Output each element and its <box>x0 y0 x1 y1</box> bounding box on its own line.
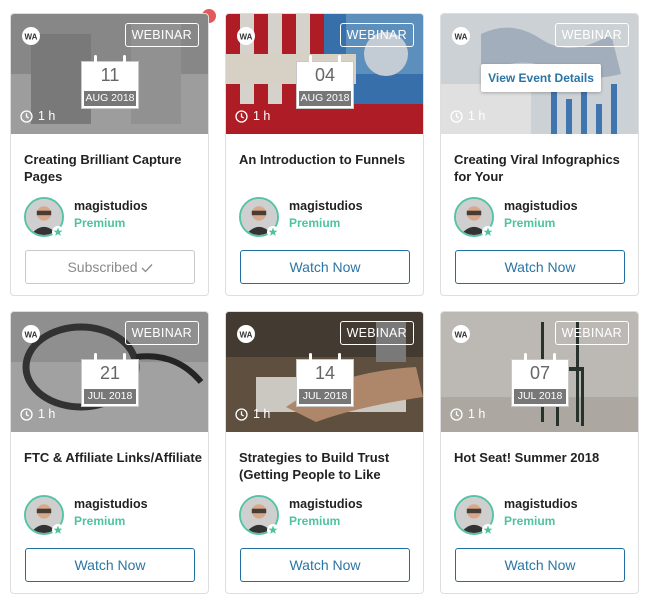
svg-text:WA: WA <box>240 331 253 340</box>
clock-icon <box>20 407 33 421</box>
author-tier: Premium <box>289 514 341 528</box>
webinar-card[interactable]: WA WEBINAR 04 AUG 2018 1 h An Introducti… <box>225 13 424 296</box>
webinar-badge: WEBINAR <box>339 321 414 345</box>
author-name[interactable]: magistudios <box>74 497 148 511</box>
webinar-title[interactable]: FTC & Affiliate Links/Affiliate <box>24 449 202 485</box>
author-name[interactable]: magistudios <box>289 199 363 213</box>
duration: 1 h <box>235 109 270 123</box>
card-thumbnail[interactable]: WA WEBINAR View Event Details 1 h <box>441 14 638 134</box>
premium-star-icon <box>52 524 64 536</box>
webinar-badge: WEBINAR <box>339 23 414 47</box>
webinar-card[interactable]: WA WEBINAR 21 JUL 2018 1 h FTC & Affilia… <box>10 311 209 594</box>
duration-label: 1 h <box>253 109 271 123</box>
subscribed-button[interactable]: Subscribed <box>25 250 195 284</box>
author-tier: Premium <box>74 216 126 230</box>
author-tier: Premium <box>504 514 556 528</box>
author-name[interactable]: magistudios <box>74 199 148 213</box>
duration: 1 h <box>235 407 270 421</box>
event-month: AUG 2018 <box>299 91 351 106</box>
webinar-title[interactable]: An Introduction to Funnels <box>239 151 417 187</box>
author-name[interactable]: magistudios <box>504 199 578 213</box>
premium-star-icon <box>267 524 279 536</box>
author-tier: Premium <box>74 514 126 528</box>
webinar-title[interactable]: Hot Seat! Summer 2018 <box>454 449 632 485</box>
event-date-calendar: 14 JUL 2018 <box>296 353 354 407</box>
author-tier: Premium <box>504 216 556 230</box>
event-month: JUL 2018 <box>514 389 566 404</box>
subscribed-label: Subscribed <box>67 259 138 275</box>
event-month: JUL 2018 <box>84 389 136 404</box>
webinar-title[interactable]: Creating Viral Infographics for Your <box>454 151 632 187</box>
duration-label: 1 h <box>38 109 56 123</box>
webinar-card[interactable]: WA WEBINAR 14 JUL 2018 1 h Strategies to… <box>225 311 424 594</box>
clock-icon <box>235 109 248 123</box>
brand-logo-icon: WA <box>21 26 41 46</box>
event-date-calendar: 21 JUL 2018 <box>81 353 139 407</box>
premium-star-icon <box>52 226 64 238</box>
duration: 1 h <box>20 407 55 421</box>
check-icon <box>141 263 153 273</box>
brand-logo-icon: WA <box>451 26 471 46</box>
brand-logo-icon: WA <box>451 324 471 344</box>
duration-label: 1 h <box>468 407 486 421</box>
event-day: 04 <box>314 65 336 85</box>
watch-now-button[interactable]: Watch Now <box>240 548 410 582</box>
brand-logo-icon: WA <box>21 324 41 344</box>
event-month: JUL 2018 <box>299 389 351 404</box>
watch-now-button[interactable]: Watch Now <box>455 548 625 582</box>
premium-star-icon <box>482 226 494 238</box>
webinar-badge: WEBINAR <box>124 23 199 47</box>
watch-now-button[interactable]: Watch Now <box>455 250 625 284</box>
event-day: 07 <box>529 363 551 383</box>
premium-star-icon <box>267 226 279 238</box>
event-day: 14 <box>314 363 336 383</box>
clock-icon <box>235 407 248 421</box>
duration: 1 h <box>20 109 55 123</box>
duration: 1 h <box>450 407 485 421</box>
premium-star-icon <box>482 524 494 536</box>
svg-text:WA: WA <box>25 33 38 42</box>
duration: 1 h <box>450 109 485 123</box>
clock-icon <box>450 109 463 123</box>
webinar-badge: WEBINAR <box>554 321 629 345</box>
duration-label: 1 h <box>253 407 271 421</box>
author-name[interactable]: magistudios <box>289 497 363 511</box>
watch-now-button[interactable]: Watch Now <box>25 548 195 582</box>
author-tier: Premium <box>289 216 341 230</box>
webinar-badge: WEBINAR <box>124 321 199 345</box>
event-day: 11 <box>100 65 120 85</box>
card-thumbnail[interactable]: WA WEBINAR 07 JUL 2018 1 h <box>441 312 638 432</box>
clock-icon <box>450 407 463 421</box>
webinar-card[interactable]: WA WEBINAR 07 JUL 2018 1 h Hot Seat! Sum… <box>440 311 639 594</box>
event-date-calendar: 04 AUG 2018 <box>296 55 354 109</box>
card-thumbnail[interactable]: WA WEBINAR 11 AUG 2018 1 h <box>11 14 208 134</box>
event-date-calendar: 07 JUL 2018 <box>511 353 569 407</box>
event-month: AUG 2018 <box>84 91 136 106</box>
view-event-details-button[interactable]: View Event Details <box>481 64 601 92</box>
watch-now-button[interactable]: Watch Now <box>240 250 410 284</box>
card-thumbnail[interactable]: WA WEBINAR 14 JUL 2018 1 h <box>226 312 423 432</box>
webinar-title[interactable]: Creating Brilliant Capture Pages <box>24 151 202 187</box>
card-thumbnail[interactable]: WA WEBINAR 04 AUG 2018 1 h <box>226 14 423 134</box>
webinar-card[interactable]: WA WEBINAR 11 AUG 2018 1 h Creating Bril… <box>10 13 209 296</box>
svg-text:WA: WA <box>455 33 468 42</box>
svg-text:WA: WA <box>455 331 468 340</box>
webinar-title[interactable]: Strategies to Build Trust (Getting Peopl… <box>239 449 417 485</box>
duration-label: 1 h <box>38 407 56 421</box>
svg-text:WA: WA <box>240 33 253 42</box>
brand-logo-icon: WA <box>236 324 256 344</box>
card-thumbnail[interactable]: WA WEBINAR 21 JUL 2018 1 h <box>11 312 208 432</box>
duration-label: 1 h <box>468 109 486 123</box>
brand-logo-icon: WA <box>236 26 256 46</box>
event-date-calendar: 11 AUG 2018 <box>81 55 139 109</box>
webinar-card[interactable]: WA WEBINAR View Event Details 1 h Creati… <box>440 13 639 296</box>
author-name[interactable]: magistudios <box>504 497 578 511</box>
event-day: 21 <box>99 363 121 383</box>
clock-icon <box>20 109 33 123</box>
svg-text:WA: WA <box>25 331 38 340</box>
webinar-badge: WEBINAR <box>554 23 629 47</box>
